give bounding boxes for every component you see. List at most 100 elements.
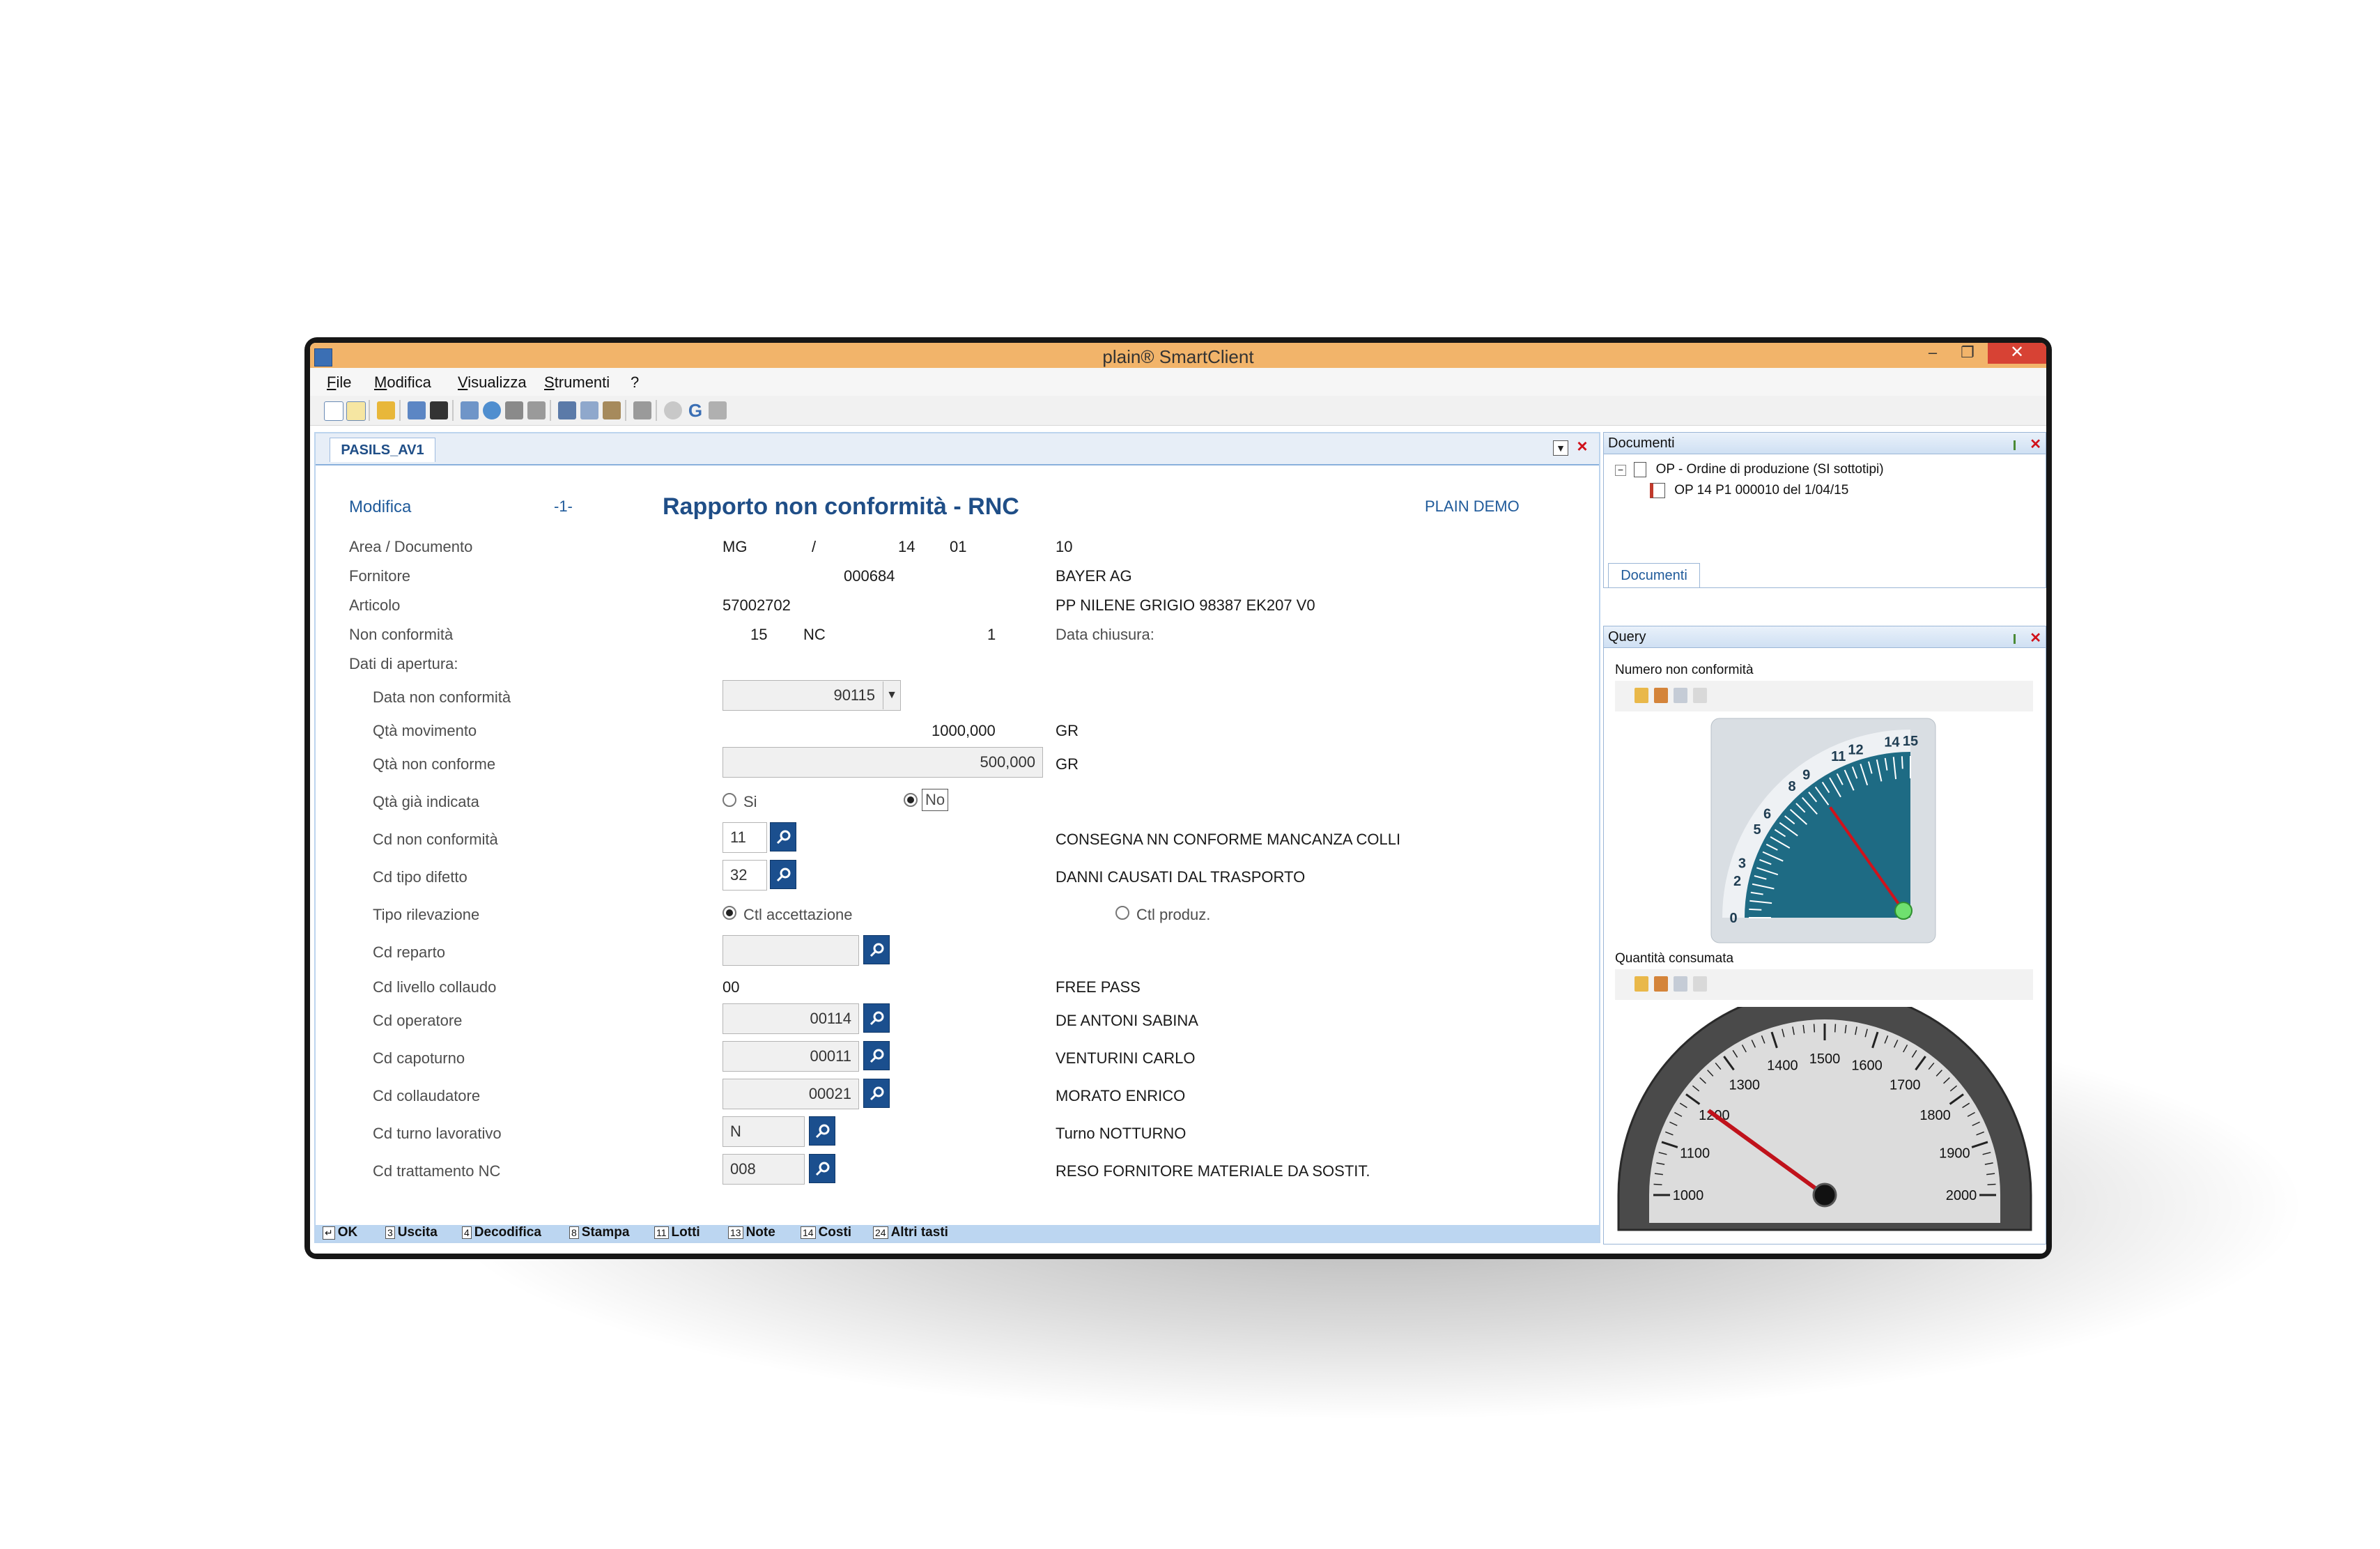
- copy-icon[interactable]: [580, 401, 598, 419]
- settings-icon[interactable]: [1693, 688, 1707, 703]
- cd-nc-lookup-button[interactable]: [770, 822, 796, 851]
- radio-si[interactable]: [722, 793, 736, 807]
- new-document-icon[interactable]: [324, 401, 343, 421]
- close-form-icon[interactable]: ×: [1574, 437, 1591, 455]
- print-icon[interactable]: [633, 401, 651, 419]
- company-name: PLAIN DEMO: [1425, 498, 1520, 515]
- tree-node-op-document[interactable]: OP 14 P1 000010 del 1/04/15: [1650, 483, 1848, 498]
- cd-tratt-field[interactable]: 008: [722, 1154, 805, 1185]
- gauge1-tick-label: 12: [1848, 742, 1863, 757]
- copy-document-icon[interactable]: [346, 401, 366, 421]
- chevron-down-icon[interactable]: ▼: [883, 681, 900, 709]
- fkey-lotti[interactable]: 11 Lotti: [654, 1225, 700, 1240]
- cd-tipo-field[interactable]: 32: [722, 860, 767, 891]
- fkey-decodifica-key: 4: [462, 1226, 472, 1239]
- tab-documenti[interactable]: Documenti: [1608, 563, 1700, 587]
- cd-reparto-field[interactable]: [722, 935, 859, 966]
- console-icon[interactable]: [430, 401, 448, 419]
- fkey-ok[interactable]: ↵ OK: [323, 1225, 357, 1240]
- chart-icon[interactable]: [1654, 688, 1668, 703]
- refresh-icon[interactable]: [483, 401, 501, 419]
- fkey-stampa[interactable]: 8 Stampa: [569, 1225, 629, 1240]
- menu-modifica[interactable]: Modifica: [374, 373, 431, 392]
- dropdown-icon[interactable]: ▼: [1553, 440, 1568, 456]
- radio-ctl-produz-label: Ctl produz.: [1136, 906, 1211, 923]
- tools-icon[interactable]: [527, 401, 546, 419]
- minimize-button[interactable]: –: [1915, 343, 1950, 364]
- mail-icon[interactable]: [1674, 688, 1687, 703]
- close-panel-icon[interactable]: ✕: [2030, 437, 2041, 452]
- cd-turno-desc: Turno NOTTURNO: [1056, 1125, 1187, 1142]
- calculator-icon[interactable]: [709, 401, 727, 419]
- chart-icon[interactable]: [1654, 976, 1668, 992]
- export-icon[interactable]: [1635, 688, 1648, 703]
- qta-ind-label: Qtà già indicata: [373, 793, 479, 810]
- open-folder-icon[interactable]: [377, 401, 395, 419]
- clock-icon[interactable]: [664, 401, 682, 419]
- title-bar[interactable]: plain® SmartClient – ❐ ✕: [310, 343, 2046, 368]
- gauge2-tick-label: 1500: [1809, 1051, 1841, 1067]
- mail-icon[interactable]: [1674, 976, 1687, 992]
- cd-collaudatore-label: Cd collaudatore: [373, 1087, 481, 1104]
- gauge1-tick-label: 14: [1884, 734, 1900, 750]
- fkey-uscita[interactable]: 3 Uscita: [385, 1225, 438, 1240]
- close-panel-icon[interactable]: ✕: [2030, 631, 2041, 646]
- print-preview-icon[interactable]: [505, 401, 523, 419]
- qta-nc-field[interactable]: 500,000: [722, 747, 1043, 778]
- pin-icon[interactable]: [2014, 440, 2024, 450]
- cd-tipo-lookup-button[interactable]: [770, 860, 796, 889]
- fkey-costi[interactable]: 14 Costi: [801, 1225, 851, 1240]
- cut-icon[interactable]: [558, 401, 576, 419]
- cd-capoturno-field[interactable]: 00011: [722, 1041, 859, 1072]
- cd-collaudatore-field[interactable]: 00021: [722, 1079, 859, 1109]
- cd-collaudatore-lookup-button[interactable]: [863, 1079, 890, 1108]
- radio-ctl-produz[interactable]: [1115, 906, 1129, 920]
- radio-ctl-accettazione[interactable]: [722, 906, 736, 920]
- cd-tratt-lookup-button[interactable]: [809, 1154, 835, 1183]
- form-tabstrip: PASILS_AV1 ▼ ×: [316, 433, 1599, 465]
- paste-icon[interactable]: [603, 401, 621, 419]
- menu-strumenti[interactable]: Strumenti: [544, 373, 610, 392]
- articolo-code: 57002702: [722, 596, 791, 614]
- fkey-decodifica[interactable]: 4 Decodifica: [462, 1225, 541, 1240]
- tab-pasils-av1[interactable]: PASILS_AV1: [330, 438, 435, 462]
- cd-operatore-field[interactable]: 00114: [722, 1003, 859, 1034]
- collapse-icon[interactable]: −: [1615, 465, 1626, 477]
- gauge1-hub: [1894, 902, 1912, 920]
- pin-icon[interactable]: [2014, 633, 2024, 644]
- cd-turno-field[interactable]: N: [722, 1116, 805, 1147]
- area-separator: /: [812, 538, 817, 555]
- cd-reparto-label: Cd reparto: [373, 943, 445, 961]
- fkey-altri-tasti-key: 24: [873, 1226, 888, 1239]
- menu-file[interactable]: File: [327, 373, 351, 392]
- calendar-icon[interactable]: [461, 401, 479, 419]
- cd-operatore-desc: DE ANTONI SABINA: [1056, 1012, 1198, 1029]
- cd-nc-field[interactable]: 11: [722, 822, 767, 853]
- tree-node-op[interactable]: − OP - Ordine di produzione (SI sottotip…: [1615, 462, 1884, 477]
- qta-mov-value: 1000,000: [932, 722, 996, 739]
- radio-no[interactable]: [904, 793, 918, 807]
- cd-capoturno-lookup-button[interactable]: [863, 1041, 890, 1070]
- fkey-note[interactable]: 13 Note: [728, 1225, 775, 1240]
- gauge2-tick-label: 1800: [1919, 1108, 1951, 1123]
- data-nc-label: Data non conformità: [373, 688, 511, 706]
- google-icon[interactable]: G: [686, 401, 704, 419]
- restore-button[interactable]: ❐: [1950, 343, 1985, 364]
- data-nc-field[interactable]: 90115: [722, 680, 901, 711]
- close-button[interactable]: ✕: [1988, 343, 2046, 364]
- qta-nc-unit: GR: [1056, 755, 1079, 773]
- gauge2-tick-label: 1900: [1939, 1146, 1970, 1161]
- settings-icon[interactable]: [1693, 976, 1707, 992]
- window-icon[interactable]: [408, 401, 426, 419]
- cd-operatore-lookup-button[interactable]: [863, 1003, 890, 1033]
- cd-reparto-lookup-button[interactable]: [863, 935, 890, 964]
- menu-help[interactable]: ?: [631, 373, 639, 392]
- menu-visualizza[interactable]: Visualizza: [458, 373, 527, 392]
- cd-turno-lookup-button[interactable]: [809, 1116, 835, 1146]
- fkey-uscita-label: Uscita: [397, 1225, 438, 1240]
- export-icon[interactable]: [1635, 976, 1648, 992]
- query-header-title: Query: [1608, 629, 1646, 645]
- fkey-stampa-label: Stampa: [581, 1225, 630, 1240]
- fkey-uscita-key: 3: [385, 1226, 395, 1239]
- fkey-altri-tasti[interactable]: 24 Altri tasti: [873, 1225, 948, 1240]
